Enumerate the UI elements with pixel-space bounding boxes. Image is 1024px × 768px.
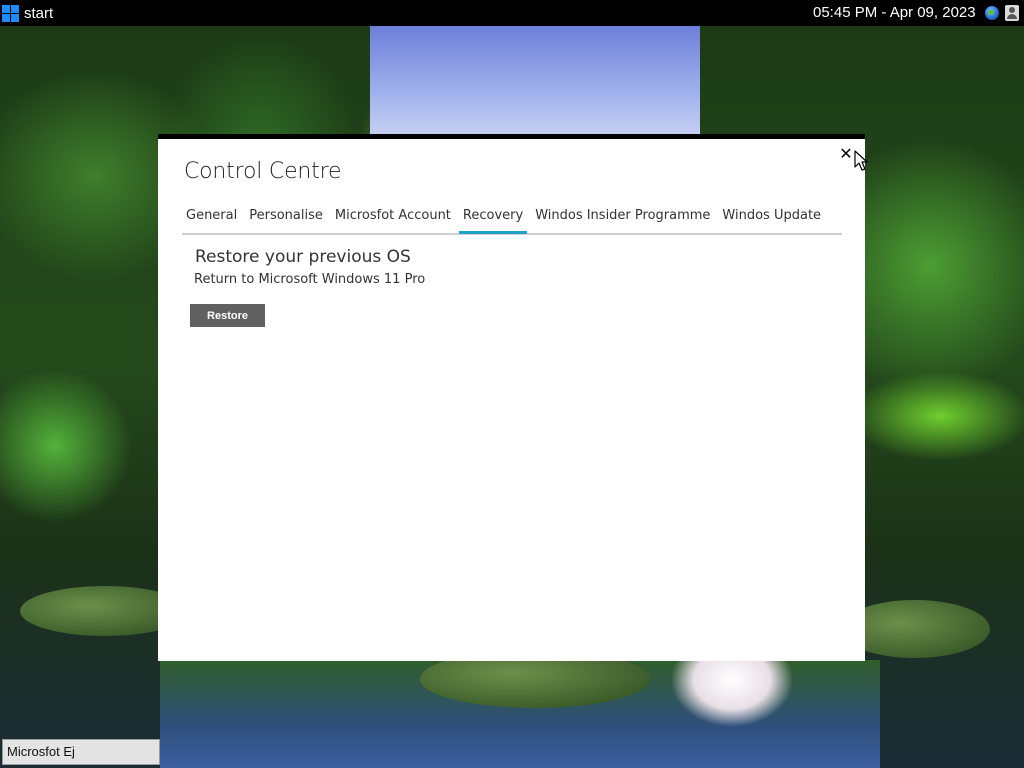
taskbar-clock: 05:45 PM - Apr 09, 2023 [813,4,976,21]
section-subtitle: Return to Microsoft Windows 11 Pro [194,272,426,287]
tab-microsoft-account[interactable]: Microsfot Account [331,203,455,228]
section-title: Restore your previous OS [195,247,411,267]
desktop: start 05:45 PM - Apr 09, 2023 ✕ Control … [0,0,1024,768]
taskbar-window-item[interactable]: Microsfot Ej [2,739,160,765]
tab-general[interactable]: General [182,203,241,228]
control-centre-window: ✕ Control Centre General Personalise Mic… [158,134,865,661]
wallpaper-sky [370,26,700,136]
tab-bar: General Personalise Microsfot Account Re… [182,203,842,235]
wallpaper-lotus-flower [672,660,792,726]
user-icon[interactable] [1005,5,1019,21]
tab-windows-insider-programme[interactable]: Windos Insider Programme [531,203,714,228]
tab-windows-update[interactable]: Windos Update [718,203,825,228]
globe-icon[interactable] [985,6,999,20]
restore-button[interactable]: Restore [190,304,265,327]
taskbar: start 05:45 PM - Apr 09, 2023 [0,0,1024,26]
tab-personalise[interactable]: Personalise [245,203,327,228]
mouse-cursor-icon [854,150,868,171]
start-button[interactable]: start [0,0,53,26]
close-button[interactable]: ✕ [836,143,856,163]
start-label: start [24,4,54,22]
windows-logo-icon [2,4,19,22]
window-title: Control Centre [184,159,342,184]
tab-recovery[interactable]: Recovery [458,203,528,234]
